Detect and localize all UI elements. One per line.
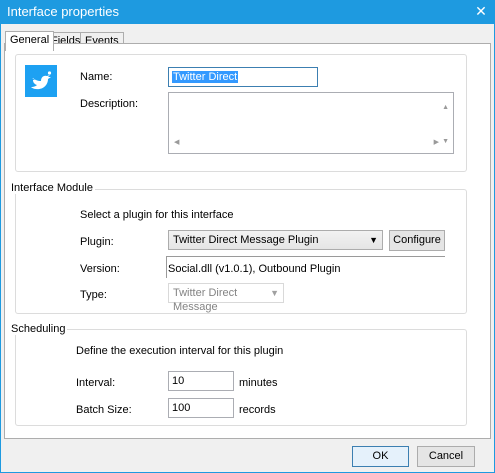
name-field[interactable]: Twitter Direct [168,67,318,87]
scheduling-legend: Scheduling [9,323,68,335]
ok-button[interactable]: OK [352,446,409,467]
name-value: Twitter Direct [172,71,239,83]
configure-button[interactable]: Configure [389,230,445,251]
version-top-rule [166,256,445,257]
chevron-down-icon: ▼ [369,235,378,245]
plugin-select[interactable]: Twitter Direct Message Plugin ▼ [168,230,383,250]
plugin-value: Twitter Direct Message Plugin [173,234,319,246]
batch-size-input[interactable]: 100 [168,398,234,418]
scroll-right-icon[interactable]: ▶ [434,136,439,150]
close-icon[interactable]: ✕ [467,0,495,24]
plugin-label: Plugin: [80,236,114,248]
title-bar: Interface properties ✕ [0,0,495,24]
tab-general[interactable]: General [5,31,55,51]
batch-size-unit: records [239,404,276,416]
batch-size-value: 100 [172,402,191,414]
scroll-down-icon[interactable]: ▼ [442,135,449,149]
scroll-up-icon[interactable]: ▲ [442,101,449,115]
interface-module-legend: Interface Module [9,182,95,194]
scheduling-instructions: Define the execution interval for this p… [76,345,284,357]
twitter-bird-icon [25,65,57,97]
type-select: Twitter Direct Message ▼ [168,283,284,313]
description-label: Description: [80,98,139,110]
interval-label: Interval: [76,377,116,389]
version-label: Version: [80,263,120,275]
chevron-down-icon: ▼ [270,288,279,298]
batch-size-label: Batch Size: [76,404,132,416]
cancel-button[interactable]: Cancel [417,446,475,467]
interval-input[interactable]: 10 [168,371,234,391]
description-field[interactable]: ▲ ▼ ◀ ▶ [168,92,454,154]
plugin-instructions: Select a plugin for this interface [80,209,234,221]
window-title: Interface properties [7,4,120,19]
type-label: Type: [80,289,107,301]
scroll-left-icon[interactable]: ◀ [174,136,179,150]
version-divider [166,256,167,278]
name-label: Name: [80,71,113,83]
interval-value: 10 [172,375,185,387]
version-value: Social.dll (v1.0.1), Outbound Plugin [168,263,341,275]
interval-unit: minutes [239,377,278,389]
